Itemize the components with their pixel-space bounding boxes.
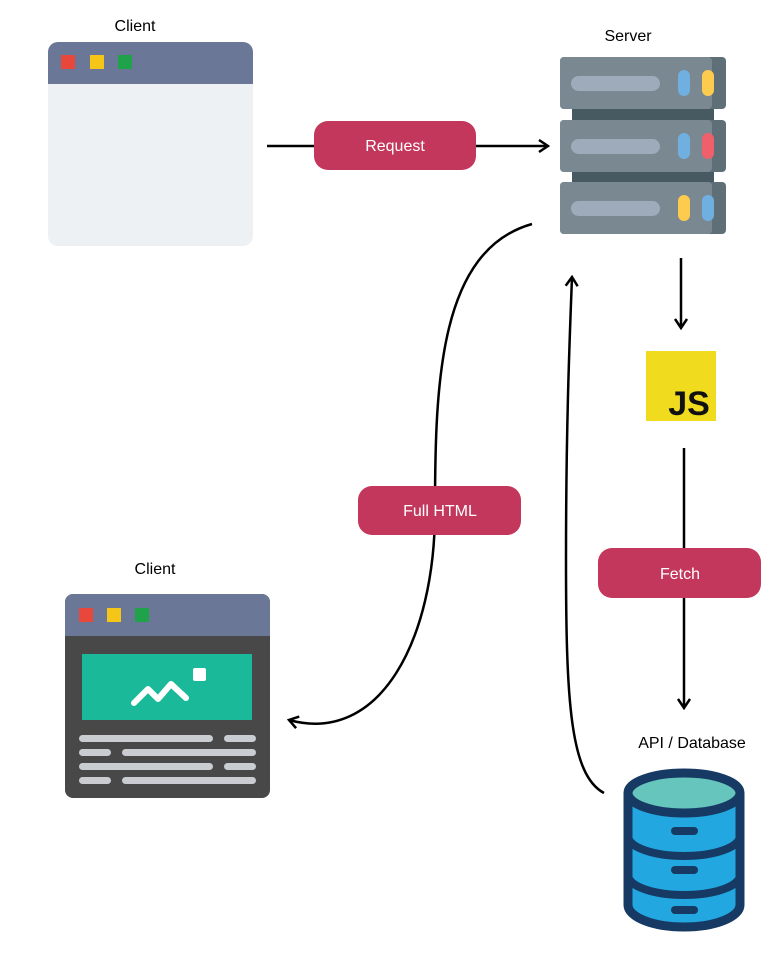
full-html-pill: Full HTML — [358, 486, 521, 535]
javascript-logo-icon: JS — [646, 351, 716, 423]
database-icon — [623, 768, 745, 932]
full-html-label: Full HTML — [403, 503, 477, 520]
request-pill: Request — [314, 121, 476, 170]
js-label: JS — [668, 385, 710, 423]
client-bottom-label: Client — [135, 561, 176, 578]
diagram: Client Request Server JS Fetch API / Dat… — [48, 18, 761, 932]
server-label: Server — [604, 28, 652, 45]
database-to-server-arrow — [566, 277, 605, 795]
client-window-empty-icon — [48, 42, 253, 246]
database-label: API / Database — [638, 735, 746, 752]
fetch-label: Fetch — [660, 566, 700, 583]
full-html-arrow — [289, 222, 533, 724]
client-window-rendered-icon — [65, 594, 270, 798]
client-top-label: Client — [115, 18, 156, 35]
fetch-pill: Fetch — [598, 548, 761, 598]
server-icon — [560, 57, 726, 234]
request-label: Request — [365, 138, 425, 155]
